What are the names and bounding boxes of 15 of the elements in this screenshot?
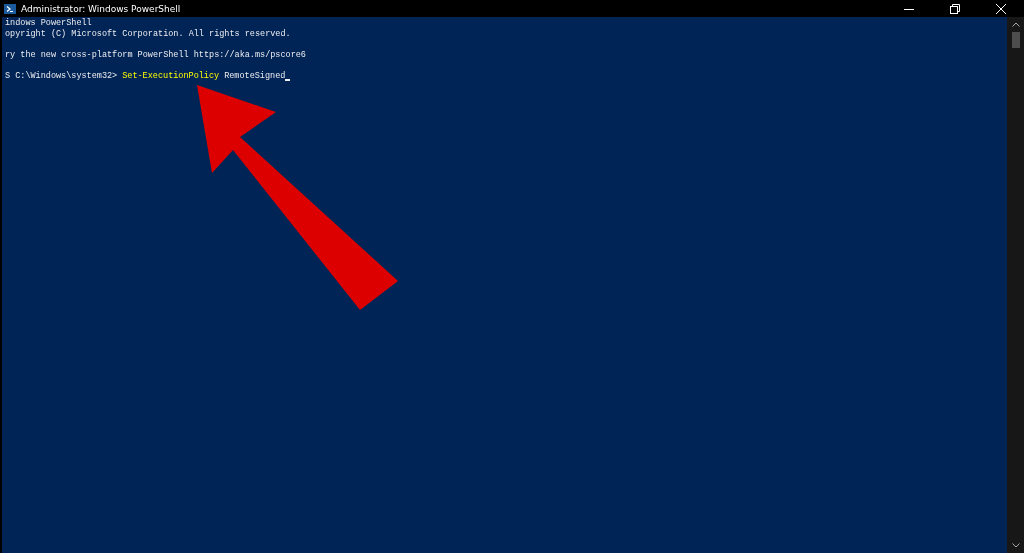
close-icon — [996, 3, 1006, 14]
restore-icon — [950, 3, 960, 14]
scrollbar-thumb[interactable] — [1011, 32, 1020, 48]
scroll-down-icon[interactable] — [1011, 543, 1020, 548]
command-text: Set-ExecutionPolicy — [122, 71, 220, 83]
console-line: indows PowerShell — [5, 18, 93, 29]
text-cursor — [285, 79, 291, 82]
powershell-icon — [4, 2, 16, 15]
argument-text: RemoteSigned — [224, 71, 286, 83]
scroll-up-icon[interactable] — [1011, 22, 1020, 27]
console-line: ry the new cross-platform PowerShell https://aka.ms/pscore6 — [5, 50, 307, 61]
console-line: opyright (C) Microsoft Corporation. All rights reserved. — [5, 28, 292, 40]
scrollbar[interactable] — [1007, 17, 1024, 553]
window-title: Administrator: Windows PowerShell — [21, 3, 181, 14]
prompt-text: S C:\Windows\system32> — [5, 71, 118, 83]
